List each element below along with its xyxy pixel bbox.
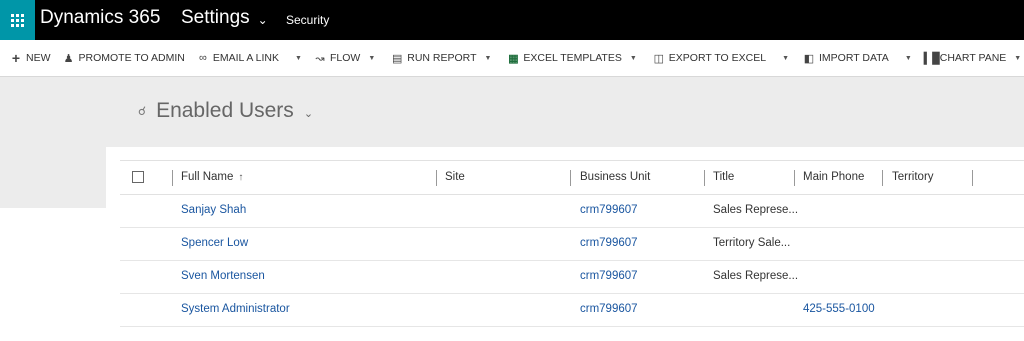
table-row[interactable]: Sanjay Shah crm799607 Sales Represe... <box>120 195 1024 228</box>
column-header-main-phone[interactable]: Main Phone <box>803 171 864 183</box>
column-header-title[interactable]: Title <box>713 171 734 183</box>
export-to-excel-button[interactable]: ◫ EXPORT TO EXCEL <box>653 49 772 67</box>
chevron-down-icon: ⌄ <box>303 107 314 120</box>
records-grid: Full Name ↑ Site Business Unit Title Mai… <box>106 147 1024 341</box>
column-label: Full Name <box>181 171 234 183</box>
chevron-down-icon: ▼ <box>1014 54 1022 62</box>
app-title[interactable]: Dynamics 365 <box>40 7 160 29</box>
title-cell: Sales Represe... <box>713 204 799 216</box>
area-label: Settings <box>181 7 250 28</box>
chevron-down-icon: ▼ <box>629 54 637 62</box>
excel-templates-button[interactable]: ▦ EXCEL TEMPLATES ▼ <box>507 49 642 67</box>
chevron-down-icon: ▼ <box>484 54 492 62</box>
chart-pane-label: CHART PANE <box>939 52 1007 64</box>
flow-button[interactable]: ↝ FLOW ▼ <box>314 49 381 67</box>
new-button[interactable]: + NEW <box>10 49 57 67</box>
area-switcher[interactable]: Settings ⌄ <box>181 7 268 29</box>
business-unit-link[interactable]: crm799607 <box>580 237 638 249</box>
business-unit-link[interactable]: crm799607 <box>580 204 638 216</box>
excel-icon: ▦ <box>508 52 519 65</box>
business-unit-link[interactable]: crm799607 <box>580 303 638 315</box>
full-name-link[interactable]: System Administrator <box>181 303 290 315</box>
top-nav-bar: Dynamics 365 Settings ⌄ Security <box>0 0 1024 40</box>
new-label: NEW <box>26 52 51 64</box>
import-icon: ◧ <box>803 52 815 65</box>
column-label: Title <box>713 171 735 183</box>
pin-icon[interactable]: ☌ <box>138 104 146 118</box>
column-divider[interactable] <box>882 170 883 186</box>
waffle-icon <box>11 13 24 27</box>
import-label: IMPORT DATA <box>819 52 889 64</box>
more-import-dropdown[interactable]: ▼ <box>905 55 918 62</box>
plus-icon: + <box>11 50 21 66</box>
run-report-button[interactable]: ▤ RUN REPORT ▼ <box>391 49 497 67</box>
column-header-site[interactable]: Site <box>445 171 465 183</box>
sort-ascending-icon: ↑ <box>238 171 244 183</box>
chevron-down-icon: ⌄ <box>257 13 268 27</box>
table-row[interactable]: Sven Mortensen crm799607 Sales Represe..… <box>120 261 1024 294</box>
export-label: EXPORT TO EXCEL <box>668 52 767 64</box>
excel-templates-label: EXCEL TEMPLATES <box>523 52 622 64</box>
column-divider[interactable] <box>794 170 795 186</box>
chart-pane-button[interactable]: ▍▉ CHART PANE ▼ <box>924 49 1024 67</box>
column-label: Main Phone <box>803 171 865 183</box>
column-divider[interactable] <box>570 170 571 186</box>
column-label: Site <box>445 171 465 183</box>
flow-label: FLOW <box>329 52 361 64</box>
import-data-button[interactable]: ◧ IMPORT DATA <box>803 49 895 67</box>
email-link-label: EMAIL A LINK <box>212 52 280 64</box>
flow-icon: ↝ <box>315 52 325 65</box>
business-unit-link[interactable]: crm799607 <box>580 270 638 282</box>
export-icon: ◫ <box>653 52 664 65</box>
column-divider[interactable] <box>972 170 973 186</box>
column-header-full-name[interactable]: Full Name ↑ <box>181 171 243 183</box>
full-name-link[interactable]: Sanjay Shah <box>181 204 246 216</box>
column-divider[interactable] <box>704 170 705 186</box>
run-report-label: RUN REPORT <box>407 52 477 64</box>
column-label: Territory <box>892 171 934 183</box>
chevron-down-icon: ▼ <box>368 54 376 62</box>
column-header-business-unit[interactable]: Business Unit <box>580 171 650 183</box>
link-icon: ∞ <box>198 52 207 64</box>
command-bar: + NEW ♟ PROMOTE TO ADMIN ∞ EMAIL A LINK … <box>0 40 1024 77</box>
more-export-dropdown[interactable]: ▼ <box>782 55 795 62</box>
select-all-checkbox[interactable] <box>132 171 144 183</box>
column-divider[interactable] <box>436 170 437 186</box>
report-icon: ▤ <box>392 52 403 65</box>
email-link-button[interactable]: ∞ EMAIL A LINK <box>197 49 285 67</box>
title-cell: Sales Represe... <box>713 270 799 282</box>
chart-icon: ▍▉ <box>923 52 941 65</box>
app-launcher-button[interactable] <box>0 0 35 40</box>
promote-icon: ♟ <box>63 52 74 65</box>
grid-header-row: Full Name ↑ Site Business Unit Title Mai… <box>120 160 1024 195</box>
breadcrumb[interactable]: Security <box>286 13 329 27</box>
full-name-link[interactable]: Spencer Low <box>181 237 248 249</box>
column-header-territory[interactable]: Territory <box>892 171 934 183</box>
view-selector[interactable]: ☌ Enabled Users ⌄ <box>138 99 313 123</box>
table-row[interactable]: System Administrator crm799607 425-555-0… <box>120 294 1024 327</box>
promote-to-admin-button[interactable]: ♟ PROMOTE TO ADMIN <box>63 49 191 67</box>
table-row[interactable]: Spencer Low crm799607 Territory Sale... <box>120 228 1024 261</box>
view-title: Enabled Users <box>156 99 294 122</box>
title-cell: Territory Sale... <box>713 237 791 249</box>
column-divider[interactable] <box>172 170 173 186</box>
more-email-dropdown[interactable]: ▼ <box>295 55 308 62</box>
main-phone-link[interactable]: 425-555-0100 <box>803 303 875 315</box>
promote-label: PROMOTE TO ADMIN <box>78 52 185 64</box>
column-label: Business Unit <box>580 171 651 183</box>
full-name-link[interactable]: Sven Mortensen <box>181 270 265 282</box>
